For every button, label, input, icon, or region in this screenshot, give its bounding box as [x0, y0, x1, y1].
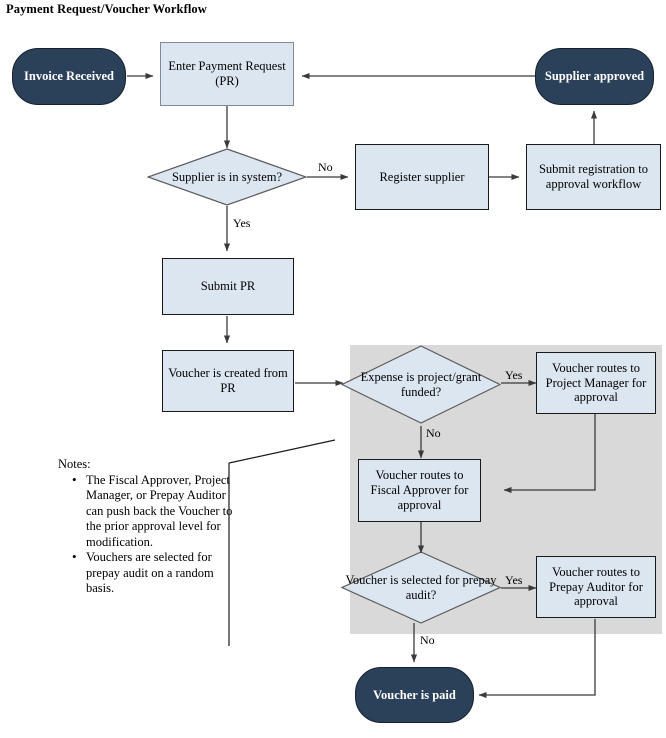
edge-label-expense-yes: Yes: [505, 368, 523, 382]
node-supplier-approved[interactable]: Supplier approved: [535, 48, 654, 105]
edge-label-supplier-no: No: [318, 160, 333, 174]
node-routes-prepay-auditor[interactable]: Voucher routes to Prepay Auditor for app…: [536, 556, 656, 618]
decision-expense-project-grant-funded[interactable]: Expense is project/grant funded?: [341, 345, 501, 424]
diagram-title: Payment Request/Voucher Workflow: [6, 2, 207, 16]
decision-supplier-in-system[interactable]: Supplier is in system?: [147, 148, 307, 206]
node-submit-pr[interactable]: Submit PR: [162, 258, 294, 315]
node-invoice-received[interactable]: Invoice Received: [12, 48, 126, 105]
decision-prepay-audit-label: Voucher is selected for prepay audit?: [345, 572, 497, 602]
decision-expense-label: Expense is project/grant funded?: [360, 369, 482, 399]
node-voucher-created-from-pr[interactable]: Voucher is created from PR: [162, 350, 294, 412]
node-routes-fiscal-approver[interactable]: Voucher routes to Fiscal Approver for ap…: [358, 459, 481, 522]
edge-label-supplier-yes: Yes: [233, 216, 251, 230]
node-register-supplier[interactable]: Register supplier: [355, 144, 489, 210]
edge-label-expense-no: No: [426, 426, 441, 440]
notes-item: Vouchers are selected for prepay audit o…: [72, 549, 236, 597]
edge-label-prepay-no: No: [420, 633, 435, 647]
notes-list: The Fiscal Approver, Project Manager, or…: [58, 472, 232, 597]
notes-block: Notes: The Fiscal Approver, Project Mana…: [58, 457, 232, 597]
decision-supplier-in-system-label: Supplier is in system?: [171, 169, 283, 184]
workflow-diagram-canvas: Payment Request/Voucher Workflow Invoice…: [0, 0, 666, 738]
node-routes-project-manager[interactable]: Voucher routes to Project Manager for ap…: [536, 352, 656, 414]
edge-label-prepay-yes: Yes: [505, 573, 523, 587]
node-submit-registration[interactable]: Submit registration to approval workflow: [526, 144, 661, 210]
node-voucher-is-paid[interactable]: Voucher is paid: [355, 667, 474, 723]
node-enter-payment-request[interactable]: Enter Payment Request (PR): [160, 42, 294, 106]
decision-selected-for-prepay-audit[interactable]: Voucher is selected for prepay audit?: [341, 551, 501, 624]
notes-item: The Fiscal Approver, Project Manager, or…: [72, 472, 236, 551]
notes-heading: Notes:: [58, 457, 91, 471]
